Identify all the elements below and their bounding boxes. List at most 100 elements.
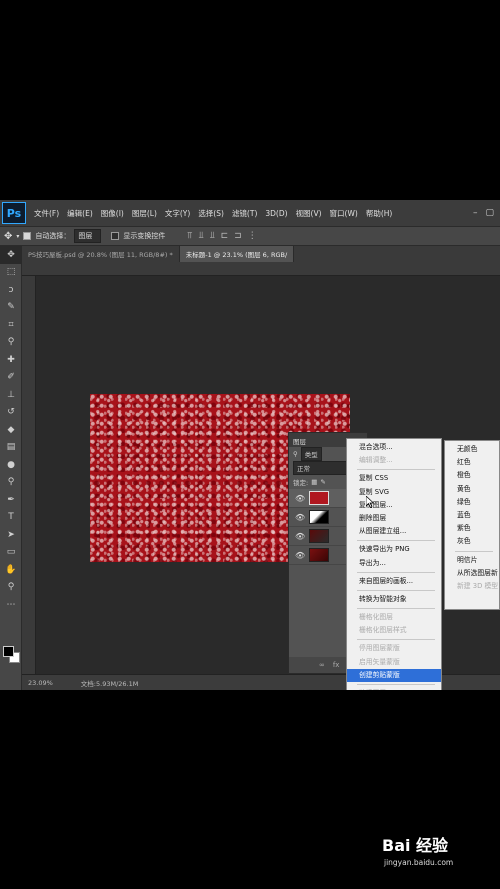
minimize-icon[interactable]: –: [473, 208, 478, 218]
menu-item: 链接图层: [347, 687, 441, 690]
menu-type[interactable]: 文字(Y): [161, 208, 194, 219]
menu-item[interactable]: 快速导出为 PNG: [347, 543, 441, 556]
menu-image[interactable]: 图像(I): [97, 208, 128, 219]
history-brush-tool-icon[interactable]: ↺: [0, 404, 22, 422]
menu-item[interactable]: 红色: [445, 456, 499, 469]
marquee-tool-icon[interactable]: ⬚: [0, 264, 22, 282]
baidu-jingyan-watermark: Bai 经验 jingyan.baidu.com: [382, 832, 500, 882]
stamp-tool-icon[interactable]: ⊥: [0, 386, 22, 404]
menu-item[interactable]: 灰色: [445, 535, 499, 548]
layer-thumbnail: [309, 510, 330, 524]
lasso-tool-icon[interactable]: ↄ: [0, 281, 22, 299]
type-tool-icon[interactable]: T: [0, 509, 22, 527]
document-tabs: PS技巧屋板.psd @ 20.8% (图层 11, RGB/8#) * 未标题…: [22, 246, 500, 262]
eye-icon[interactable]: 👁: [295, 513, 305, 522]
eye-icon[interactable]: 👁: [295, 494, 305, 503]
menu-item[interactable]: 蓝色: [445, 509, 499, 522]
move-tool-icon[interactable]: ✥: [0, 246, 22, 264]
dodge-tool-icon[interactable]: ⚲: [0, 474, 22, 492]
menu-item[interactable]: 转换为智能对象: [347, 593, 441, 606]
menu-item[interactable]: 橙色: [445, 469, 499, 482]
auto-select-dropdown[interactable]: 图层: [74, 229, 102, 243]
eye-icon[interactable]: 👁: [295, 532, 305, 541]
menu-select[interactable]: 选择(S): [194, 208, 228, 219]
menu-item: 编辑调整...: [359, 456, 393, 465]
menu-item: 新建 3D 模型: [457, 581, 499, 590]
more-tools-icon[interactable]: ⋯: [0, 596, 22, 614]
menu-item: 栅格化图层: [359, 613, 393, 622]
menu-item[interactable]: 删除图层: [347, 512, 441, 525]
maximize-icon[interactable]: ▢: [485, 208, 494, 218]
layer-thumbnail: [309, 491, 330, 505]
distribute-icon[interactable]: ⋮: [248, 231, 257, 241]
tools-panel: ✥ ⬚ ↄ ✎ ⌗ ⚲ ✚ ✐ ⊥ ↺ ◆ ▤ ● ⚲ ✒ T ➤ ▭ ✋ ⚲ …: [0, 246, 22, 690]
color-swatches[interactable]: [3, 646, 21, 664]
fx-button[interactable]: fx: [333, 661, 340, 669]
zoom-level[interactable]: 23.09%: [28, 679, 53, 687]
layer-thumbnail: [309, 529, 330, 543]
pen-tool-icon[interactable]: ✒: [0, 491, 22, 509]
menu-item[interactable]: 复制 CSS: [347, 472, 441, 485]
foreground-color-swatch[interactable]: [3, 646, 14, 657]
menu-item[interactable]: 导出为...: [347, 557, 441, 570]
blur-tool-icon[interactable]: ●: [0, 456, 22, 474]
tab-document-2[interactable]: 未标题-1 @ 23.1% (图层 6, RGB/: [179, 246, 295, 262]
menu-item[interactable]: 无颜色: [445, 443, 499, 456]
menu-item[interactable]: 黄色: [445, 483, 499, 496]
quick-select-tool-icon[interactable]: ✎: [0, 299, 22, 317]
tab-document-1[interactable]: PS技巧屋板.psd @ 20.8% (图层 11, RGB/8#) *: [22, 246, 180, 262]
menu-item: 栅格化图层样式: [359, 626, 407, 635]
eyedropper-tool-icon[interactable]: ⚲: [0, 334, 22, 352]
menu-view[interactable]: 视图(V): [292, 208, 326, 219]
menu-separator: [357, 571, 435, 573]
menu-item[interactable]: 来自图层的画板...: [347, 575, 441, 588]
link-icon[interactable]: ∞: [319, 661, 325, 669]
menu-item[interactable]: 创建剪贴蒙版: [347, 668, 441, 682]
eye-icon[interactable]: 👁: [295, 551, 305, 560]
blend-mode-dropdown[interactable]: 正常: [293, 461, 353, 475]
brush-tool-icon[interactable]: ✐: [0, 369, 22, 387]
menu-item[interactable]: 复制 SVG: [347, 486, 441, 499]
gradient-tool-icon[interactable]: ▤: [0, 439, 22, 457]
brush-lock-icon[interactable]: ✎: [320, 478, 325, 486]
menu-separator: [357, 608, 435, 610]
vertical-ruler: [22, 276, 36, 674]
menu-layer[interactable]: 图层(L): [128, 208, 161, 219]
align-top-icon[interactable]: ⫪: [187, 231, 192, 241]
show-transform-checkbox[interactable]: [111, 232, 120, 240]
menu-window[interactable]: 窗口(W): [326, 208, 362, 219]
eraser-tool-icon[interactable]: ◆: [0, 421, 22, 439]
path-select-tool-icon[interactable]: ➤: [0, 526, 22, 544]
ps-logo: Ps: [2, 202, 26, 224]
healing-brush-tool-icon[interactable]: ✚: [0, 351, 22, 369]
move-tool-icon[interactable]: ✥: [4, 231, 12, 242]
menu-item[interactable]: 绿色: [445, 496, 499, 509]
layer-filter-dropdown[interactable]: 类型: [300, 447, 322, 461]
menu-file[interactable]: 文件(F): [30, 208, 63, 219]
menu-item[interactable]: 混合选项...: [347, 441, 441, 454]
auto-select-label: 自动选择：: [35, 232, 71, 240]
align-center-icon[interactable]: ⊐: [234, 231, 242, 241]
menu-item[interactable]: 从图层建立组...: [347, 525, 441, 538]
auto-select-checkbox[interactable]: [23, 232, 32, 240]
menu-separator: [357, 684, 435, 685]
shape-tool-icon[interactable]: ▭: [0, 544, 22, 562]
menu-item[interactable]: 从所选图层新: [445, 567, 499, 580]
lock-pixels-icon[interactable]: ▦: [311, 478, 317, 486]
hand-tool-icon[interactable]: ✋: [0, 561, 22, 579]
menu-item[interactable]: 明信片: [445, 554, 499, 567]
menu-item[interactable]: 复制图层...: [347, 499, 441, 512]
menu-filter[interactable]: 滤镜(T): [228, 208, 261, 219]
chevron-down-icon[interactable]: ▾: [16, 233, 19, 240]
show-transform-label: 显示变换控件: [123, 232, 166, 240]
menu-3d[interactable]: 3D(D): [261, 209, 291, 218]
menu-edit[interactable]: 编辑(E): [63, 208, 97, 219]
mouse-cursor-icon: [366, 496, 374, 508]
align-middle-icon[interactable]: ⫫: [199, 231, 204, 241]
zoom-tool-icon[interactable]: ⚲: [0, 579, 22, 597]
align-left-icon[interactable]: ⊏: [221, 231, 229, 241]
menu-help[interactable]: 帮助(H): [362, 208, 397, 219]
align-bottom-icon[interactable]: ⫫: [210, 231, 215, 241]
menu-item[interactable]: 紫色: [445, 522, 499, 535]
crop-tool-icon[interactable]: ⌗: [0, 316, 22, 334]
